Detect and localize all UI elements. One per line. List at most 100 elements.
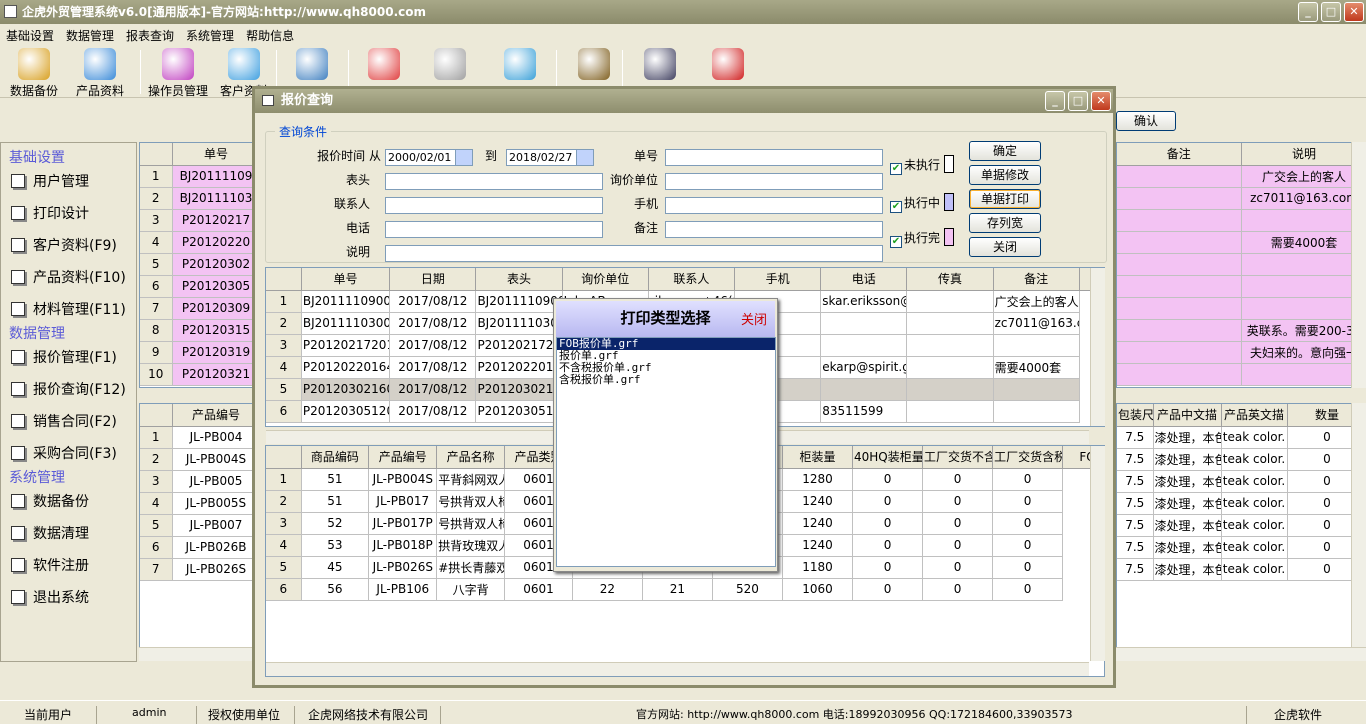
column-header[interactable]: 日期: [389, 268, 477, 291]
table-row[interactable]: 7.5 漆处理，本色 teak color. 0: [1117, 514, 1365, 537]
dialog-minimize-button[interactable]: _: [1045, 91, 1065, 111]
column-header[interactable]: 产品编号: [368, 446, 438, 469]
detail-grid-hscroll[interactable]: [266, 662, 1089, 676]
column-header[interactable]: 柜装量: [782, 446, 854, 469]
column-header[interactable]: 询价单位: [562, 268, 649, 291]
check-executing[interactable]: ✔ 执行中: [890, 194, 940, 213]
table-row[interactable]: 6 JL-PB026B: [140, 536, 258, 559]
back-top-vscroll[interactable]: [1351, 142, 1366, 388]
column-header[interactable]: 产品中文描: [1153, 404, 1222, 427]
table-row[interactable]: 1 BJ20111109: [140, 165, 258, 188]
menu-help[interactable]: 帮助信息: [240, 24, 300, 44]
column-header[interactable]: 备注: [1117, 143, 1242, 166]
close-dialog-button[interactable]: 关闭: [969, 237, 1041, 257]
date-to-combo[interactable]: 2018/02/27: [506, 149, 594, 166]
popup-close-button[interactable]: 关闭: [741, 301, 767, 341]
quote-grid-vscroll[interactable]: [1090, 268, 1105, 426]
dialog-close-button[interactable]: ✕: [1091, 91, 1111, 111]
table-row[interactable]: 5 P20120302: [140, 253, 258, 276]
table-row[interactable]: [1117, 253, 1365, 276]
column-header[interactable]: 40HQ装柜量: [852, 446, 924, 469]
back-confirm-button[interactable]: 确认: [1116, 111, 1176, 131]
maximize-button[interactable]: □: [1321, 2, 1341, 22]
table-row[interactable]: 9 P20120319: [140, 341, 258, 364]
menu-basic-settings[interactable]: 基础设置: [0, 24, 60, 44]
phone-input[interactable]: [385, 221, 603, 238]
inquiry-input[interactable]: [665, 173, 883, 190]
table-row[interactable]: 4 JL-PB005S: [140, 492, 258, 515]
check-executed[interactable]: ✔ 执行完: [890, 229, 940, 248]
sidebar-item[interactable]: 销售合同(F2): [11, 411, 117, 431]
table-row[interactable]: 英联系。需要200-30: [1117, 319, 1365, 342]
print-type-item[interactable]: 含税报价单.grf: [557, 374, 775, 386]
date-from-combo[interactable]: 2000/02/01: [385, 149, 473, 166]
column-header[interactable]: 表头: [475, 268, 563, 291]
table-row[interactable]: 6 P20120305: [140, 275, 258, 298]
sidebar-item[interactable]: 产品资料(F10): [11, 267, 126, 287]
contact-input[interactable]: [385, 197, 603, 214]
table-row[interactable]: 10 P20120321: [140, 363, 258, 386]
sidebar-item[interactable]: 软件注册: [11, 555, 89, 575]
table-row[interactable]: zc7011@163.com: [1117, 187, 1365, 210]
table-row[interactable]: 广交会上的客人: [1117, 165, 1365, 188]
table-row[interactable]: [1117, 363, 1365, 386]
column-header[interactable]: 说明: [1241, 143, 1365, 166]
menu-system-management[interactable]: 系统管理: [180, 24, 240, 44]
column-header[interactable]: 产品英文描: [1221, 404, 1288, 427]
edit-document-button[interactable]: 单据修改: [969, 165, 1041, 185]
mobile-input[interactable]: [665, 197, 883, 214]
table-row[interactable]: 7.5 漆处理，本色 teak color. 0: [1117, 448, 1365, 471]
ok-button[interactable]: 确定: [969, 141, 1041, 161]
column-header[interactable]: 传真: [906, 268, 994, 291]
dialog-maximize-button[interactable]: □: [1068, 91, 1088, 111]
sidebar-item[interactable]: 退出系统: [11, 587, 89, 607]
table-row[interactable]: [1117, 275, 1365, 298]
table-row[interactable]: 需要4000套: [1117, 231, 1365, 254]
sidebar-item[interactable]: 用户管理: [11, 171, 89, 191]
table-row[interactable]: 7.5 漆处理，本色 teak color. 0: [1117, 558, 1365, 581]
column-header[interactable]: 联系人: [648, 268, 736, 291]
table-row[interactable]: 6 56 JL-PB106 八字背 0601 22 21 520 1060 0 0 0: [266, 578, 1104, 601]
sidebar-item[interactable]: 数据备份: [11, 491, 89, 511]
chevron-down-icon[interactable]: [455, 150, 472, 165]
table-row[interactable]: 3 JL-PB005: [140, 470, 258, 493]
menu-report-query[interactable]: 报表查询: [120, 24, 180, 44]
table-row[interactable]: 7.5 漆处理，本色 teak color. 0: [1117, 492, 1365, 515]
table-row[interactable]: 2 BJ20111103: [140, 187, 258, 210]
table-row[interactable]: 5 JL-PB007: [140, 514, 258, 537]
sidebar-item[interactable]: 材料管理(F11): [11, 299, 126, 319]
table-row[interactable]: 3 P20120217: [140, 209, 258, 232]
column-header[interactable]: 包装尺: [1117, 404, 1154, 427]
table-row[interactable]: [1117, 209, 1365, 232]
column-header[interactable]: 备注: [993, 268, 1080, 291]
column-header[interactable]: 产品编号: [172, 404, 258, 427]
table-row[interactable]: 4 P20120220: [140, 231, 258, 254]
column-header[interactable]: 电话: [820, 268, 908, 291]
column-header[interactable]: 单号: [301, 268, 391, 291]
column-header[interactable]: 手机: [734, 268, 822, 291]
table-row[interactable]: 夫妇来的。意向强一: [1117, 341, 1365, 364]
header-input[interactable]: [385, 173, 603, 190]
sidebar-item[interactable]: 客户资料(F9): [11, 235, 117, 255]
toolbar-button-1[interactable]: 产品资料: [70, 46, 130, 98]
detail-grid-vscroll[interactable]: [1090, 446, 1105, 661]
column-header[interactable]: 单号: [172, 143, 258, 166]
sidebar-item[interactable]: 打印设计: [11, 203, 89, 223]
chevron-down-icon[interactable]: [576, 150, 593, 165]
column-header[interactable]: 工厂交货含税价: [992, 446, 1064, 469]
menu-data-management[interactable]: 数据管理: [60, 24, 120, 44]
sidebar-item[interactable]: 报价管理(F1): [11, 347, 117, 367]
table-row[interactable]: 7.5 漆处理，本色 teak color. 0: [1117, 470, 1365, 493]
sidebar-item[interactable]: 报价查询(F12): [11, 379, 126, 399]
table-row[interactable]: [1117, 297, 1365, 320]
table-row[interactable]: 2 JL-PB004S: [140, 448, 258, 471]
table-row[interactable]: 7.5 漆处理，本色 teak color. 0: [1117, 426, 1365, 449]
sidebar-item[interactable]: 采购合同(F3): [11, 443, 117, 463]
desc-input[interactable]: [385, 245, 883, 262]
column-header[interactable]: 商品编码: [301, 446, 370, 469]
remark-input[interactable]: [665, 221, 883, 238]
close-button[interactable]: ✕: [1344, 2, 1364, 22]
check-not-executed[interactable]: ✔ 未执行: [890, 156, 940, 175]
minimize-button[interactable]: _: [1298, 2, 1318, 22]
table-row[interactable]: 7 JL-PB026S: [140, 558, 258, 581]
